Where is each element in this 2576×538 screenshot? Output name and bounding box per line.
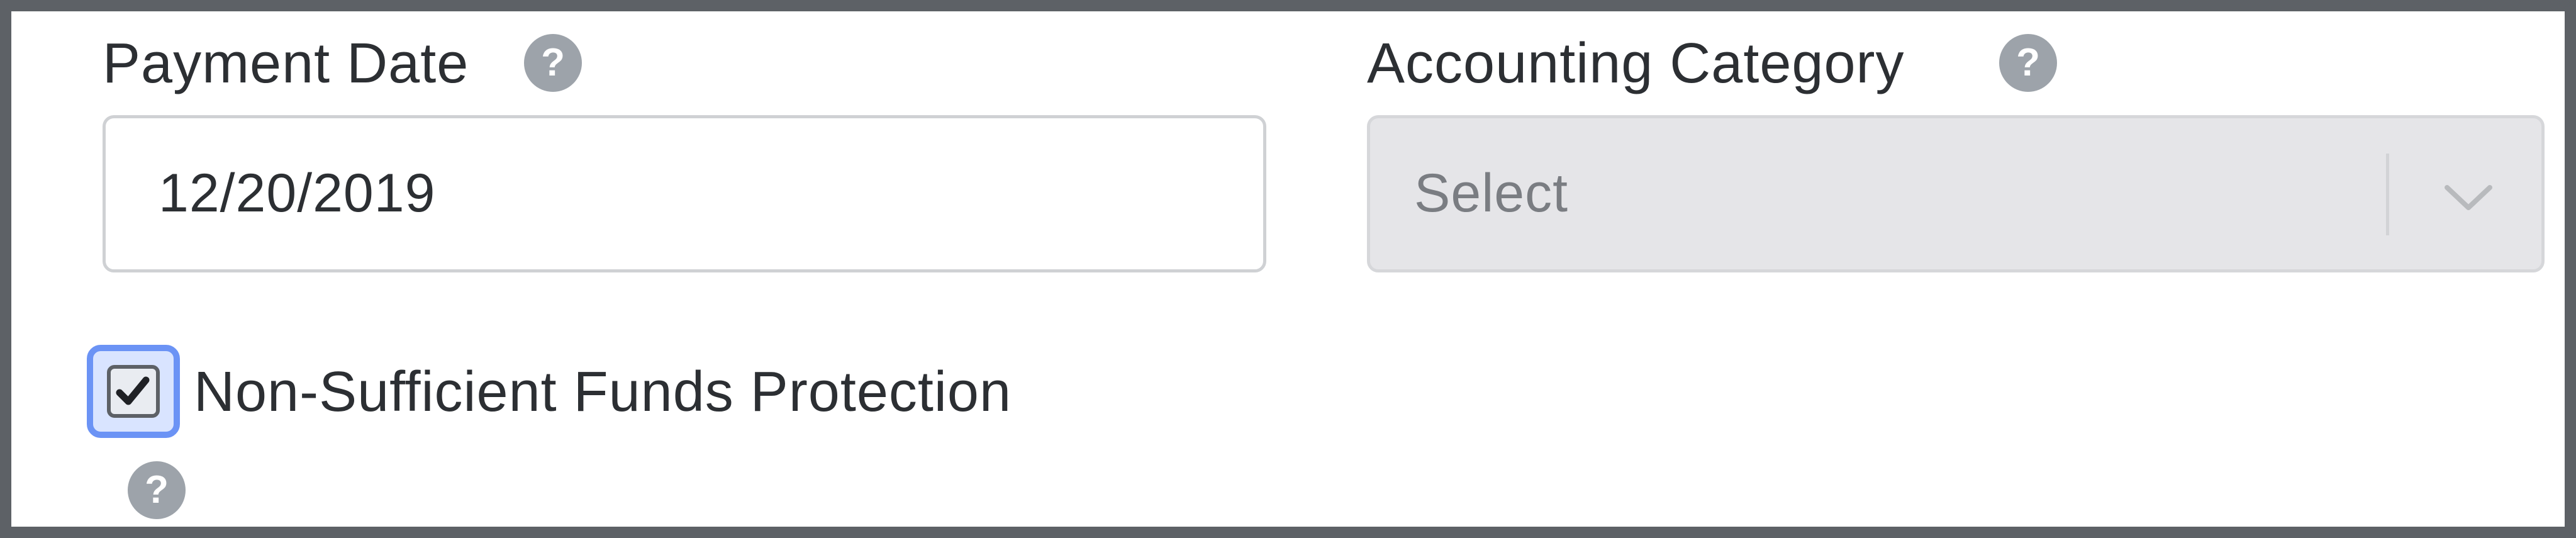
nsf-checkbox[interactable]	[107, 365, 160, 418]
nsf-protection-label[interactable]: Non-Sufficient Funds Protection	[194, 364, 1012, 420]
payment-date-value: 12/20/2019	[159, 163, 436, 223]
checkmark-icon	[116, 376, 150, 405]
nsf-protection-help-icon[interactable]: ?	[128, 461, 186, 519]
payment-date-input[interactable]: 12/20/2019	[103, 115, 1266, 272]
accounting-category-label: Accounting Category	[1367, 32, 1905, 95]
payment-date-help-icon[interactable]: ?	[524, 34, 582, 92]
payment-date-label: Payment Date	[103, 32, 469, 95]
accounting-category-select[interactable]: Select	[1367, 115, 2545, 272]
select-divider	[2386, 154, 2389, 235]
accounting-category-help-icon[interactable]: ?	[1999, 34, 2057, 92]
form-panel: Payment Date ? 12/20/2019 Accounting Cat…	[11, 11, 2565, 527]
chevron-down-icon[interactable]	[2439, 167, 2497, 225]
nsf-checkbox-focus-ring[interactable]	[87, 345, 180, 438]
accounting-category-selected: Select	[1414, 163, 1569, 223]
